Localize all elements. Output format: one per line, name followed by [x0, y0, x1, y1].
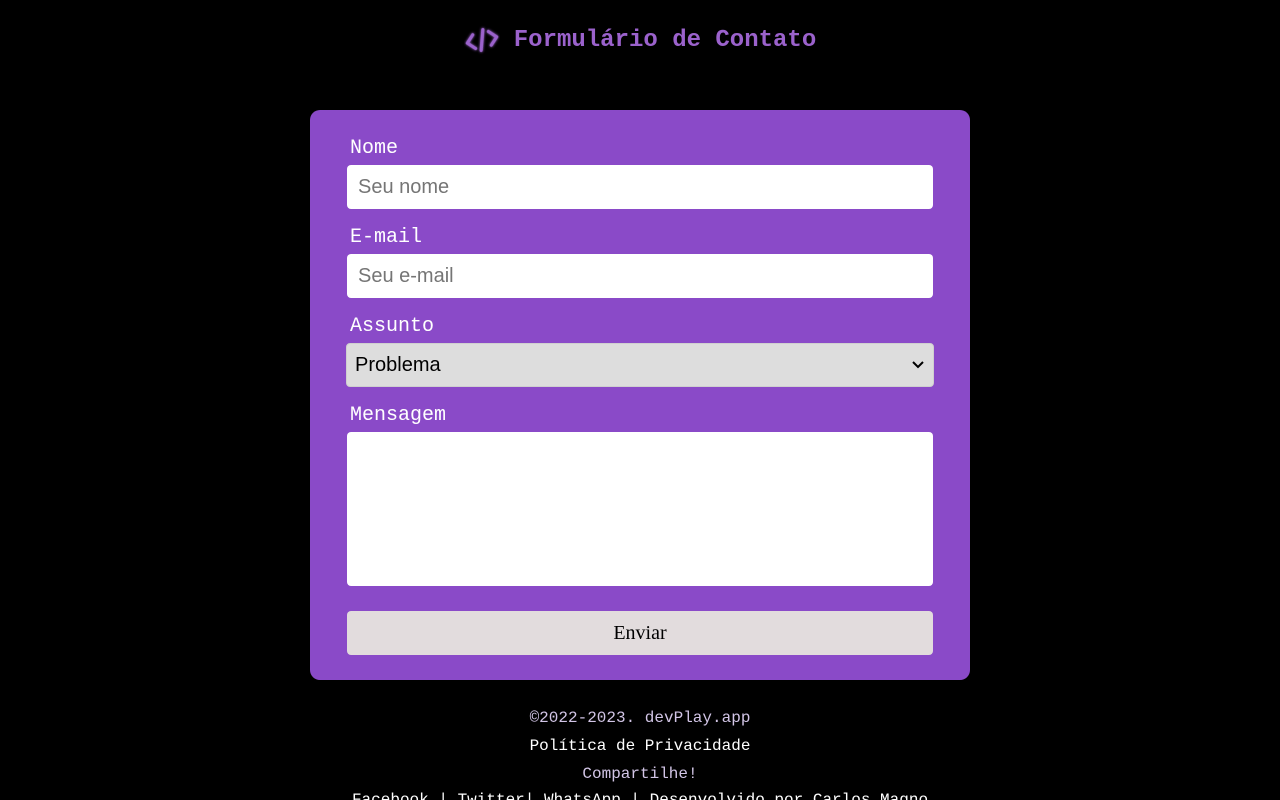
twitter-link[interactable]: Twitter — [458, 791, 525, 800]
facebook-link[interactable]: Facebook — [352, 791, 429, 800]
message-label: Mensagem — [350, 404, 447, 427]
footer-links: Facebook | Twitter| WhatsApp | Desenvolv… — [0, 790, 1280, 800]
footer-separator: | — [620, 791, 650, 800]
subject-select[interactable]: Problema — [346, 343, 934, 387]
contact-form: Nome E-mail Assunto Problema Mensagem En… — [310, 110, 970, 680]
share-heading: Compartilhe! — [582, 765, 698, 783]
privacy-policy-link[interactable]: Política de Privacidade — [0, 736, 1280, 756]
whatsapp-link[interactable]: WhatsApp — [544, 791, 621, 800]
submit-button[interactable]: Enviar — [347, 611, 933, 655]
subject-label: Assunto — [350, 315, 435, 338]
footer-copyright: ©2022-2023. devPlay.app — [529, 709, 751, 727]
page-title: Formulário de Contato — [513, 26, 817, 54]
page-header: Formulário de Contato — [0, 22, 1280, 58]
footer-separator: | — [524, 791, 544, 800]
code-brackets-icon — [464, 24, 500, 56]
footer-separator: | — [428, 791, 458, 800]
email-input[interactable] — [347, 254, 933, 298]
email-label: E-mail — [350, 226, 423, 249]
name-input[interactable] — [347, 165, 933, 209]
chevron-down-icon — [911, 358, 925, 372]
name-label: Nome — [350, 137, 399, 160]
developer-credit[interactable]: Desenvolvido por Carlos Magno — [650, 791, 928, 800]
subject-selected-value: Problema — [355, 353, 441, 376]
message-textarea[interactable] — [347, 432, 933, 586]
